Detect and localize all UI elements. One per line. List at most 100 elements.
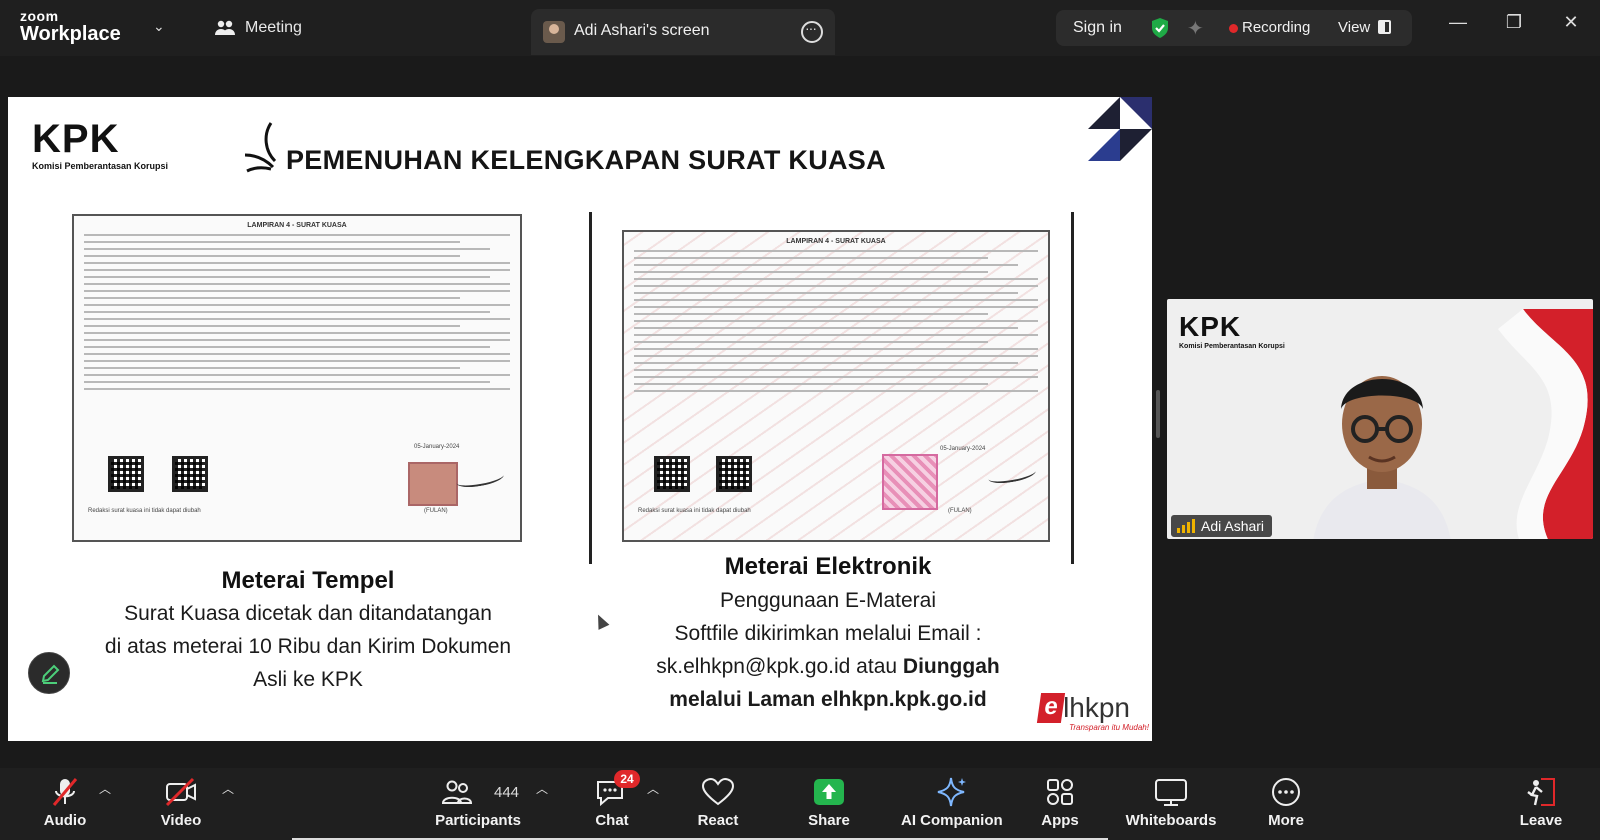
shield-check-icon[interactable]	[1150, 17, 1170, 39]
whiteboards-button[interactable]: Whiteboards	[1125, 776, 1217, 829]
meeting-label: Meeting	[245, 19, 302, 36]
view-layout-icon[interactable]	[1378, 20, 1391, 34]
meterai-stamp-icon	[408, 462, 458, 506]
leave-button[interactable]: Leave	[1518, 776, 1564, 829]
connection-strength-icon	[1177, 519, 1195, 533]
elhkpn-logo: e lhkpn Transparan itu Mudah!	[1036, 692, 1149, 732]
participant-name: Adi Ashari	[1201, 518, 1265, 534]
pencil-icon	[41, 664, 60, 684]
view-button[interactable]: View	[1338, 19, 1370, 36]
sign-in-button[interactable]: Sign in	[1073, 19, 1122, 37]
participants-count: 444	[494, 784, 520, 801]
recording-status[interactable]: Recording	[1242, 19, 1310, 36]
description-line: Penggunaan E-Materai	[720, 589, 936, 612]
share-screen-icon	[814, 779, 844, 805]
document-date: 05-January-2024	[414, 444, 460, 450]
more-button[interactable]: More	[1264, 776, 1308, 829]
surat-kuasa-document-tempel: LAMPIRAN 4 - SURAT KUASA 05-January-2024…	[72, 214, 522, 542]
participant-video-tile[interactable]: KPK Komisi Pemberantasan Korupsi Adi Ash…	[1167, 299, 1593, 539]
signer-name: (FULAN)	[424, 508, 448, 514]
document-note: Redaksi surat kuasa ini tidak dapat diub…	[88, 508, 201, 514]
meterai-tempel-description: Surat Kuasa dicetak dan ditandatangan di…	[68, 597, 548, 696]
more-dots-icon	[1272, 778, 1300, 806]
close-icon[interactable]: ✕	[1556, 12, 1586, 33]
document-date: 05-January-2024	[940, 446, 986, 452]
logo-workplace-text: Workplace	[20, 23, 121, 45]
top-right-controls: Sign in ✦ Recording View	[1056, 10, 1412, 46]
sharer-avatar	[543, 21, 565, 43]
participant-name-tag: Adi Ashari	[1171, 515, 1273, 537]
more-label: More	[1268, 812, 1304, 829]
ai-companion-button[interactable]: AI Companion	[901, 776, 1003, 829]
chat-options-caret-icon[interactable]: ︿	[647, 780, 659, 797]
description-line: Surat Kuasa dicetak dan ditandatangan	[124, 602, 492, 625]
meeting-toolbar: Audio ︿ Video ︿ Participants 444 ︿ 24 Ch…	[0, 768, 1600, 840]
screen-share-pill[interactable]: Adi Ashari's screen	[531, 9, 835, 55]
chat-label: Chat	[595, 812, 629, 829]
website-text: melalui Laman elhkpn.kpk.go.id	[669, 688, 987, 711]
share-button[interactable]: Share	[806, 776, 852, 829]
participants-options-caret-icon[interactable]: ︿	[536, 780, 548, 797]
e-meterai-stamp-icon	[882, 454, 938, 510]
whiteboard-icon	[1155, 779, 1187, 806]
video-label: Video	[160, 812, 202, 829]
description-line: sk.elhkpn@kpk.go.id atau Diunggah	[568, 650, 1088, 683]
document-header: LAMPIRAN 4 - SURAT KUASA	[247, 222, 347, 229]
meterai-tempel-heading: Meterai Tempel	[221, 567, 395, 594]
description-line: Asli ke KPK	[253, 668, 363, 691]
meterai-elektronik-description: Penggunaan E-Materai Softfile dikirimkan…	[568, 584, 1088, 716]
apps-grid-icon	[1047, 779, 1073, 805]
chat-unread-badge: 24	[614, 770, 640, 788]
kpk-logo-subtitle: Komisi Pemberantasan Korupsi	[32, 161, 169, 171]
qr-code-icon	[716, 456, 752, 492]
elhkpn-e-mark: e	[1036, 693, 1066, 723]
kpk-logo-subtitle: Komisi Pemberantasan Korupsi	[1179, 343, 1285, 350]
microphone-muted-icon	[52, 778, 78, 806]
react-label: React	[697, 812, 739, 829]
leave-door-icon	[1527, 778, 1555, 806]
title-accent-icon	[244, 122, 277, 173]
audio-button[interactable]: Audio	[42, 776, 88, 829]
ai-companion-label: AI Companion	[901, 812, 1003, 829]
camera-off-icon	[165, 777, 196, 807]
signature-icon	[987, 463, 1037, 487]
chevron-down-icon[interactable]: ⌄	[153, 18, 165, 35]
chat-button[interactable]: 24 Chat	[591, 770, 640, 829]
video-button[interactable]: Video	[158, 776, 204, 829]
surat-kuasa-document-elektronik: LAMPIRAN 4 - SURAT KUASA 05-January-2024…	[622, 230, 1050, 542]
kpk-logo-text: KPK	[32, 117, 120, 161]
participants-icon	[441, 780, 473, 804]
qr-code-icon	[172, 456, 208, 492]
document-note: Redaksi surat kuasa ini tidak dapat diub…	[638, 508, 751, 514]
qr-code-icon	[654, 456, 690, 492]
whiteboards-label: Whiteboards	[1125, 812, 1217, 829]
leave-label: Leave	[1519, 812, 1563, 829]
restore-icon[interactable]: ❐	[1499, 12, 1529, 33]
panel-resize-handle[interactable]	[1156, 390, 1160, 438]
apps-button[interactable]: Apps	[1040, 776, 1080, 829]
annotate-button[interactable]	[28, 652, 70, 694]
kpk-logo: KPK Komisi Pemberantasan Korupsi	[1179, 313, 1285, 351]
description-line: Softfile dikirimkan melalui Email :	[674, 622, 982, 645]
sparkle-icon[interactable]: ✦	[1187, 16, 1204, 41]
signature-icon	[455, 467, 505, 491]
more-options-icon[interactable]	[801, 20, 823, 43]
video-options-caret-icon[interactable]: ︿	[222, 780, 234, 797]
elhkpn-tagline: Transparan itu Mudah!	[1069, 723, 1149, 732]
upload-text: Diunggah	[902, 655, 1000, 678]
slide-title: PEMENUHAN KELENGKAPAN SURAT KUASA	[286, 145, 886, 175]
elhkpn-wordmark: lhkpn	[1063, 692, 1130, 723]
react-button[interactable]: React	[696, 776, 740, 829]
meeting-menu[interactable]: Meeting	[214, 19, 302, 37]
minimize-icon[interactable]: —	[1443, 12, 1473, 33]
screen-share-label: Adi Ashari's screen	[574, 22, 710, 39]
meterai-elektronik-heading: Meterai Elektronik	[724, 553, 932, 580]
shared-screen-slide: KPK Komisi Pemberantasan Korupsi PEMENUH…	[8, 97, 1152, 741]
audio-options-caret-icon[interactable]: ︿	[99, 780, 111, 797]
people-icon	[215, 20, 235, 35]
recording-dot-icon	[1229, 24, 1238, 33]
email-text: sk.elhkpn@kpk.go.id atau	[656, 655, 903, 678]
logo-zoom-text: zoom	[20, 8, 59, 24]
top-bar: zoom Workplace ⌄ Meeting Adi Ashari's sc…	[0, 0, 1600, 56]
zoom-workplace-logo[interactable]: zoom Workplace	[20, 9, 121, 44]
